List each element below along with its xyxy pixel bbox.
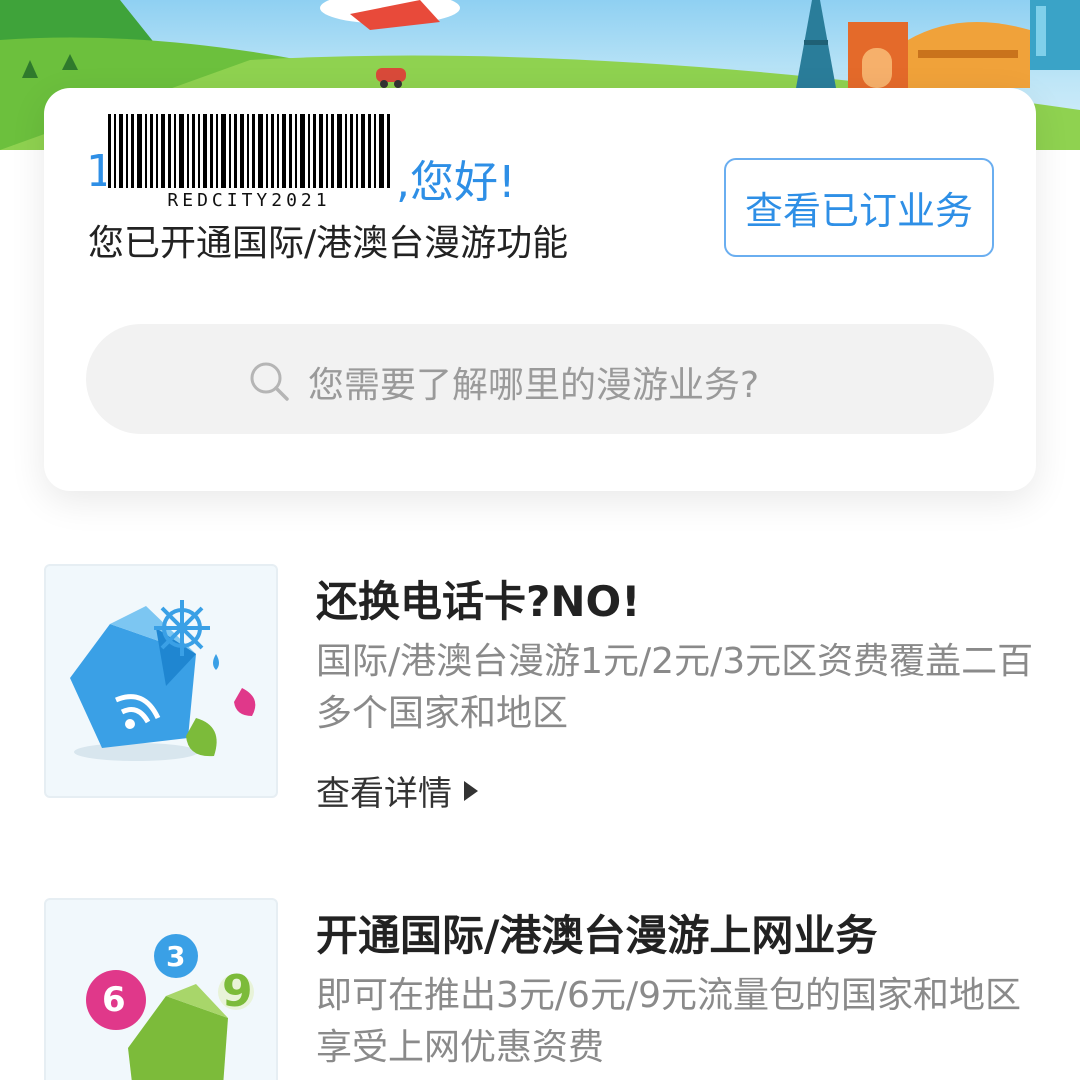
barcode-label: REDCITY2021 (167, 190, 331, 211)
promo-title: 开通国际/港澳台漫游上网业务 (316, 911, 878, 960)
roaming-status-text: 您已开通国际/港澳台漫游功能 (88, 223, 569, 264)
promo-description: 国际/港澳台漫游1元/2元/3元区资费覆盖二百多个国家和地区 (316, 641, 1034, 734)
view-subscribed-services-button[interactable]: 查看已订业务 (724, 158, 994, 257)
price-badge-3: 3 (166, 940, 186, 973)
barcode-icon (108, 114, 390, 188)
price-badge-9: 9 (222, 966, 253, 1017)
greeting-suffix: ,您好! (396, 157, 516, 208)
search-placeholder: 您需要了解哪里的漫游业务? (308, 365, 760, 406)
wifi-box-illustration-icon (70, 600, 256, 761)
view-details-label: 查看详情 (316, 774, 452, 814)
view-details-link[interactable]: 查看详情 (316, 766, 478, 815)
caret-right-icon (464, 780, 478, 801)
promo-description: 即可在推出3元/6元/9元流量包的国家和地区享受上网优惠资费 (316, 975, 1021, 1068)
promo-thumbnail-data-roaming[interactable]: 6 3 9 (44, 898, 278, 1080)
price-badge-6: 6 (102, 980, 126, 1020)
promo-title: 还换电话卡?NO! (316, 577, 641, 626)
phone-number-mask-barcode: REDCITY2021 (106, 112, 392, 212)
search-icon (250, 362, 289, 401)
promo-thumbnail-roaming-rates[interactable] (44, 564, 278, 798)
